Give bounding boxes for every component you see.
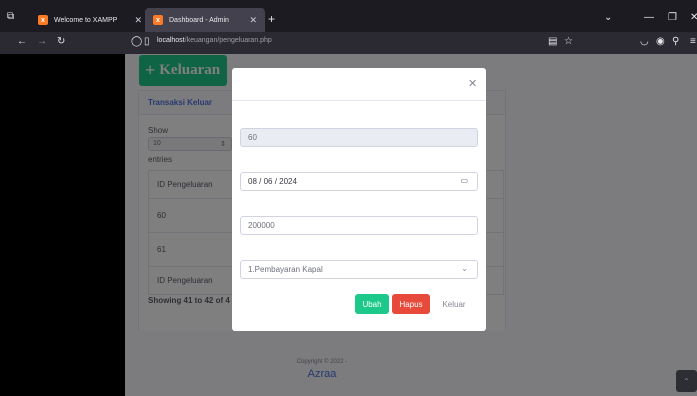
edit-pengeluaran-modal: ✕ 60 08 / 06 / 2024 ▭ 200000 1.Pembayara… [232, 68, 486, 331]
url-path: /keuangan/pengeluaran.php [184, 37, 272, 44]
reader-view-icon[interactable]: ▤ [548, 36, 557, 47]
back-arrow-icon[interactable]: ← [17, 36, 27, 47]
url-bar[interactable]: localhost/keuangan/pengeluaran.php [157, 37, 272, 44]
ubah-button[interactable]: Ubah [355, 294, 389, 314]
account-icon[interactable]: ◉ [656, 36, 665, 47]
date-value: 08 / 06 / 2024 [248, 177, 297, 186]
tab-label: Welcome to XAMPP [54, 16, 118, 24]
close-icon[interactable]: ✕ [249, 15, 257, 26]
category-value: 1.Pembayaran Kapal [248, 265, 323, 274]
amount-field[interactable]: 200000 [240, 216, 478, 235]
keluar-button[interactable]: Keluar [434, 294, 474, 314]
modal-header: ✕ [232, 68, 486, 101]
minimize-icon[interactable]: — [644, 12, 654, 23]
new-tab-icon[interactable]: + [268, 12, 275, 26]
category-select[interactable]: 1.Pembayaran Kapal ⌄ [240, 260, 478, 279]
date-field[interactable]: 08 / 06 / 2024 ▭ [240, 172, 478, 191]
tab-welcome-xampp[interactable]: x Welcome to XAMPP ✕ [30, 8, 150, 32]
shield-icon[interactable]: ◯ [131, 36, 142, 47]
tab-overview-icon[interactable]: ⧉ [7, 11, 14, 22]
reload-icon[interactable]: ↻ [57, 36, 65, 47]
bookmark-star-icon[interactable]: ☆ [564, 36, 573, 47]
browser-nav-bar: ← → ↻ ◯ ▯ localhost/keuangan/pengeluaran… [0, 32, 697, 54]
forward-arrow-icon[interactable]: → [37, 36, 47, 47]
id-value: 60 [248, 133, 257, 142]
close-icon[interactable]: ✕ [468, 77, 477, 90]
pocket-icon[interactable]: ◡ [640, 36, 649, 47]
chevron-down-icon: ⌄ [461, 264, 468, 273]
hapus-button[interactable]: Hapus [392, 294, 430, 314]
browser-tab-bar: ⧉ x Welcome to XAMPP ✕ x Dashboard - Adm… [0, 0, 697, 32]
close-icon[interactable]: ✕ [134, 15, 142, 26]
amount-value: 200000 [248, 221, 275, 230]
tab-dashboard-admin[interactable]: x Dashboard - Admin ✕ [145, 8, 265, 32]
xampp-favicon-icon: x [153, 15, 163, 25]
page-info-icon[interactable]: ▯ [144, 36, 150, 47]
menu-icon[interactable]: ≡ [690, 36, 696, 47]
id-field[interactable]: 60 [240, 128, 478, 147]
maximize-icon[interactable]: ❐ [668, 12, 677, 23]
url-host: localhost [157, 37, 185, 44]
xampp-favicon-icon: x [38, 15, 48, 25]
calendar-icon[interactable]: ▭ [460, 176, 468, 185]
tab-label: Dashboard - Admin [169, 16, 229, 24]
window-close-icon[interactable]: ✕ [690, 12, 697, 23]
extensions-icon[interactable]: ⚲ [672, 36, 679, 47]
tab-list-chevron-icon[interactable]: ⌄ [604, 12, 612, 23]
